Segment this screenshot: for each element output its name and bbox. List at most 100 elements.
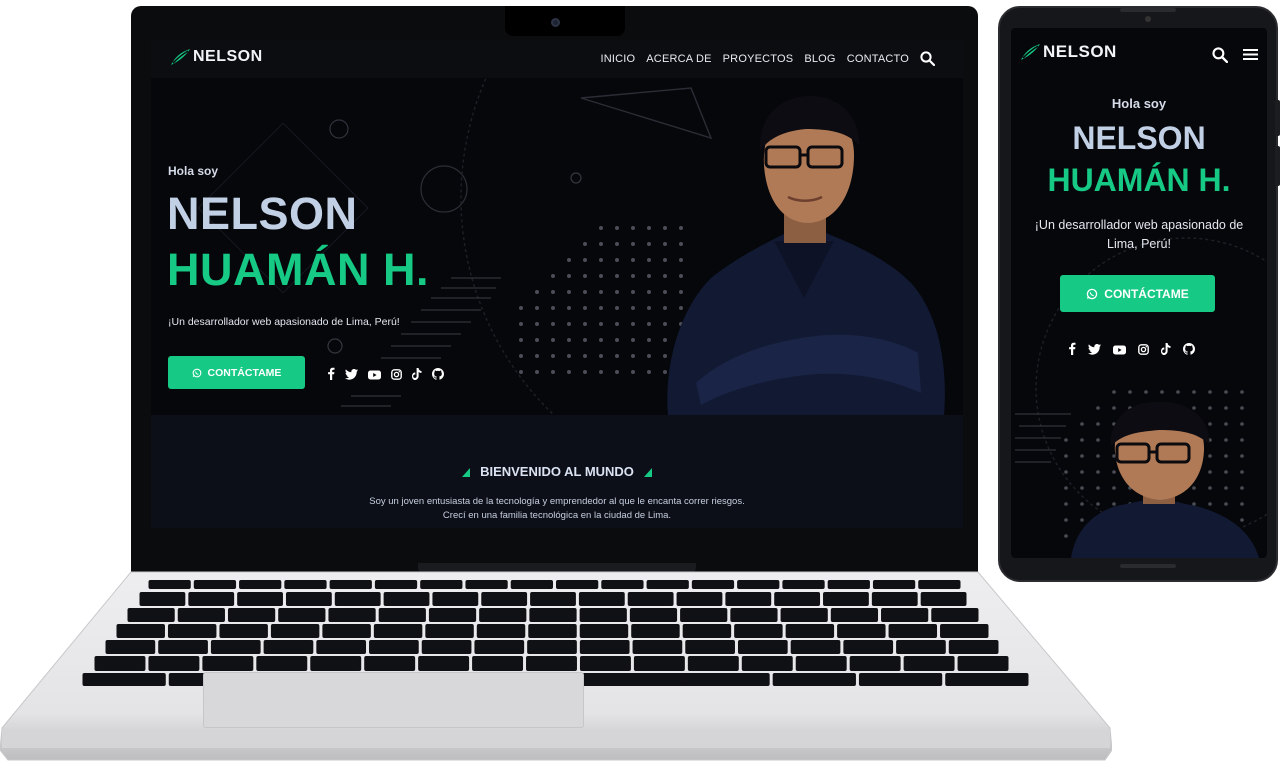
youtube-icon[interactable]	[368, 365, 381, 384]
phone-hero-name-first: NELSON	[1072, 120, 1206, 156]
hero-name-first: NELSON	[167, 188, 358, 239]
keyboard-key	[633, 656, 685, 671]
leaf-logo-icon	[171, 49, 190, 65]
keyboard-key	[474, 640, 525, 654]
keyboard-key	[782, 580, 825, 589]
search-icon[interactable]	[1212, 47, 1228, 63]
github-icon[interactable]	[1183, 340, 1195, 359]
decor-dot	[567, 290, 571, 294]
keyboard-key	[737, 580, 780, 589]
keyboard-key	[948, 640, 999, 654]
keyboard-key	[378, 608, 426, 622]
keyboard-key	[420, 580, 463, 589]
decor-dot	[647, 354, 651, 358]
nav-acerca-de[interactable]: ACERCA DE	[646, 53, 711, 65]
keyboard-key	[631, 624, 680, 638]
github-icon[interactable]	[432, 365, 444, 384]
decor-dot	[1064, 454, 1068, 458]
phone-power-button	[1275, 146, 1280, 186]
phone-logo[interactable]: NELSON	[1019, 42, 1117, 62]
keyboard-key	[737, 640, 788, 654]
facebook-icon[interactable]	[1068, 340, 1076, 359]
nav-blog[interactable]: BLOG	[804, 53, 835, 65]
keyboard-key	[849, 656, 901, 671]
instagram-icon[interactable]	[1138, 340, 1149, 359]
keyboard-key	[465, 580, 508, 589]
keyboard-key	[881, 608, 929, 622]
twitter-icon[interactable]	[1088, 340, 1101, 359]
keyboard-key	[920, 592, 967, 606]
keyboard-key	[629, 608, 678, 622]
nav-contacto[interactable]: CONTACTO	[847, 53, 909, 65]
welcome-section: BIENVENIDO AL MUNDO Soy un joven entusia…	[151, 415, 963, 528]
keyboard-key	[529, 608, 577, 622]
keyboard-key	[373, 624, 423, 638]
keyboard-key	[785, 624, 835, 638]
decor-dot	[535, 370, 539, 374]
keyboard-key	[322, 624, 371, 638]
touchpad[interactable]	[203, 672, 584, 728]
hamburger-menu-icon[interactable]	[1243, 48, 1258, 61]
decor-dot	[583, 370, 587, 374]
keyboard-key	[830, 608, 879, 622]
tiktok-icon[interactable]	[412, 365, 422, 384]
decor-dot	[631, 306, 635, 310]
decor-dot	[615, 370, 619, 374]
decor-dot	[519, 370, 523, 374]
phone-contactame-button[interactable]: CONTÁCTAME	[1060, 275, 1215, 312]
decor-dot	[567, 274, 571, 278]
keyboard-key	[94, 656, 146, 671]
decor-dot	[615, 338, 619, 342]
keyboard-key	[837, 624, 886, 638]
keyboard-key	[780, 608, 828, 622]
facebook-icon[interactable]	[327, 365, 335, 384]
keyboard-key	[685, 640, 735, 654]
phone-logo-text: NELSON	[1043, 42, 1117, 61]
phone-contactame-label: CONTÁCTAME	[1104, 286, 1189, 301]
keyboard-key	[827, 580, 870, 589]
laptop-logo[interactable]: NELSON	[169, 48, 263, 66]
triangle-left-icon	[462, 468, 471, 478]
contactame-button[interactable]: CONTÁCTAME	[168, 356, 305, 389]
keyboard-key	[472, 656, 524, 671]
decor-dot	[1064, 502, 1068, 506]
keyboard-key	[177, 608, 225, 622]
decor-dot	[631, 258, 635, 262]
keyboard-key	[627, 592, 674, 606]
decor-dot	[1064, 486, 1068, 490]
decor-dot	[1128, 390, 1132, 394]
keyboard-key	[418, 656, 470, 671]
decor-dot	[567, 338, 571, 342]
decor-dot	[615, 322, 619, 326]
twitter-icon[interactable]	[345, 365, 358, 384]
keyboard-key	[741, 656, 793, 671]
decor-dot	[615, 290, 619, 294]
search-icon[interactable]	[920, 51, 935, 66]
decor-dot	[535, 354, 539, 358]
phone-volume-button	[1275, 100, 1280, 136]
decor-dot	[535, 290, 539, 294]
hero-tagline: ¡Un desarrollador web apasionado de Lima…	[168, 316, 400, 328]
decor-dot	[1064, 534, 1068, 538]
youtube-icon[interactable]	[1113, 340, 1126, 359]
tiktok-icon[interactable]	[1161, 340, 1171, 359]
decor-dot	[599, 290, 603, 294]
decor-dot	[631, 338, 635, 342]
keyboard-key	[316, 640, 367, 654]
keyboard-key	[374, 580, 418, 589]
keyboard-key	[931, 608, 979, 622]
keyboard-key	[148, 580, 191, 589]
keyboard-key	[193, 580, 237, 589]
keyboard-key	[428, 608, 477, 622]
keyboard-key	[105, 640, 156, 654]
nav-inicio[interactable]: INICIO	[600, 53, 635, 65]
logo-text: NELSON	[193, 48, 263, 65]
decor-dot	[583, 306, 587, 310]
instagram-icon[interactable]	[391, 365, 402, 384]
keyboard-key	[481, 592, 528, 606]
nav-proyectos[interactable]: PROYECTOS	[723, 53, 794, 65]
phone-home-bar	[1120, 564, 1176, 568]
keyboard-key	[425, 624, 474, 638]
keyboard-key	[945, 673, 1029, 686]
decor-dot	[647, 306, 651, 310]
